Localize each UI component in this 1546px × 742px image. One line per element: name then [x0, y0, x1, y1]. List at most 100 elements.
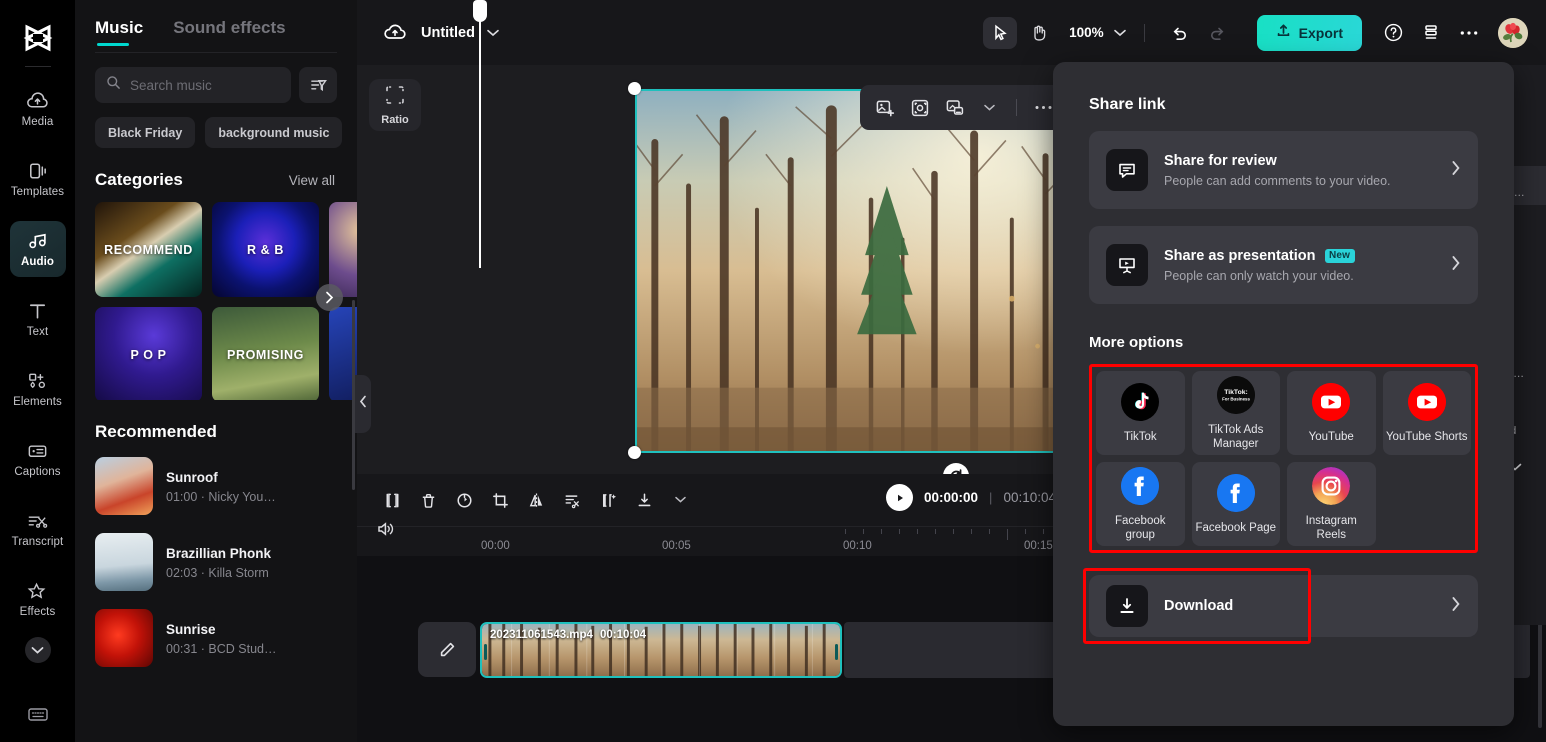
list-item[interactable]: Brazillian Phonk 02:03 · Killa Storm: [75, 524, 357, 600]
download-icon[interactable]: [627, 484, 661, 516]
cloud-save-icon[interactable]: [383, 22, 407, 43]
canvas-tools: 100%: [983, 17, 1235, 49]
video-frame-image: [637, 91, 1109, 451]
ellipsis-icon[interactable]: [1452, 17, 1486, 49]
export-upload-icon: [1276, 22, 1291, 43]
download-card[interactable]: Download: [1089, 575, 1478, 637]
comment-bubble-icon: [1106, 149, 1148, 191]
resize-handle-bottom-left[interactable]: [628, 446, 641, 459]
tab-sound-effects[interactable]: Sound effects: [173, 18, 285, 52]
sidebar-item-captions[interactable]: Captions: [10, 431, 66, 487]
chip-black-friday[interactable]: Black Friday: [95, 117, 195, 148]
clip-trim-handle-left[interactable]: [484, 644, 487, 660]
export-button[interactable]: Export: [1257, 15, 1362, 51]
redo-icon[interactable]: [1201, 17, 1235, 49]
rotate-clockwise-icon[interactable]: [447, 484, 481, 516]
share-as-presentation-card[interactable]: Share as presentation New People can onl…: [1089, 226, 1478, 304]
sidebar-item-templates[interactable]: Templates: [10, 151, 66, 207]
active-tab-underline: [97, 43, 129, 46]
timeline-scrollbar[interactable]: [1538, 608, 1542, 728]
playhead-knob[interactable]: [473, 0, 487, 22]
keyboard-shortcuts-button[interactable]: [0, 706, 75, 728]
crop-icon[interactable]: [483, 484, 517, 516]
category-label: RECOMMEND: [104, 243, 193, 257]
youtube-shorts-icon: [1408, 383, 1446, 421]
share-for-review-sub: People can add comments to your video.: [1164, 174, 1435, 188]
category-card[interactable]: P O P: [95, 307, 202, 400]
share-target-tiktok[interactable]: TikTok: [1096, 371, 1185, 455]
share-as-presentation-text: Share as presentation New People can onl…: [1164, 248, 1435, 283]
capcut-logo-icon[interactable]: [18, 18, 58, 58]
view-all-link[interactable]: View all: [289, 173, 335, 188]
select-arrow-icon[interactable]: [983, 17, 1017, 49]
sidebar-item-media[interactable]: Media: [10, 81, 66, 137]
fit-frame-icon[interactable]: [903, 91, 936, 124]
mirror-flip-icon[interactable]: [519, 484, 553, 516]
share-for-review-card[interactable]: Share for review People can add comments…: [1089, 131, 1478, 209]
category-card[interactable]: PROMISING: [212, 307, 319, 400]
music-note-icon: [26, 230, 49, 252]
category-card[interactable]: [329, 202, 357, 297]
share-target-youtube-shorts[interactable]: YouTube Shorts: [1383, 371, 1472, 455]
split-icon[interactable]: [375, 484, 409, 516]
category-card[interactable]: R & B: [212, 202, 319, 297]
share-target-instagram-reels[interactable]: Instagram Reels: [1287, 462, 1376, 546]
question-circle-icon[interactable]: [1376, 17, 1410, 49]
sparkle-star-icon: [26, 580, 49, 602]
share-target-facebook-group[interactable]: Facebook group: [1096, 462, 1185, 546]
ratio-button[interactable]: Ratio: [369, 79, 421, 131]
sidebar-item-text[interactable]: Text: [10, 291, 66, 347]
captions-icon: [26, 440, 49, 462]
avatar[interactable]: [1498, 18, 1528, 48]
sidebar-item-transcript[interactable]: Transcript: [10, 501, 66, 557]
clip-trim-handle-right[interactable]: [835, 644, 838, 660]
ruler-label: 00:15: [1024, 540, 1053, 552]
share-target-facebook-page[interactable]: Facebook Page: [1192, 462, 1281, 546]
pencil-edit-icon[interactable]: [418, 622, 476, 677]
panel-collapse-handle[interactable]: [355, 375, 371, 433]
chip-background-music[interactable]: background music: [205, 117, 342, 148]
share-target-youtube[interactable]: YouTube: [1287, 371, 1376, 455]
video-canvas[interactable]: [635, 89, 1111, 453]
video-clip[interactable]: 202311061543.mp4 00:10:04: [480, 622, 842, 678]
sidebar-item-effects[interactable]: Effects: [10, 571, 66, 627]
chevron-down-icon[interactable]: [663, 484, 697, 516]
playhead[interactable]: [479, 0, 481, 268]
chevron-down-icon[interactable]: [487, 29, 499, 37]
app-label: YouTube Shorts: [1386, 430, 1468, 444]
templates-icon: [26, 160, 49, 182]
hand-pan-icon[interactable]: [1021, 17, 1055, 49]
speaker-icon[interactable]: [371, 514, 401, 544]
app-label: Facebook Page: [1195, 521, 1276, 535]
freeze-frame-icon[interactable]: [591, 484, 625, 516]
chevron-down-icon[interactable]: [25, 637, 51, 663]
toolbar-divider: [1144, 24, 1145, 42]
tab-music[interactable]: Music: [95, 18, 143, 52]
song-title: Brazillian Phonk: [166, 545, 271, 562]
filter-icon[interactable]: [299, 67, 337, 103]
search-input[interactable]: [130, 78, 280, 93]
sidebar-item-audio[interactable]: Audio: [10, 221, 66, 277]
sidebar-item-elements[interactable]: Elements: [10, 361, 66, 417]
chevron-down-icon[interactable]: [973, 91, 1006, 124]
play-icon[interactable]: [886, 484, 913, 511]
add-image-icon[interactable]: [868, 91, 901, 124]
share-target-tiktok-ads-manager[interactable]: TikTok: For Business TikTok Ads Manager: [1192, 371, 1281, 455]
search-box[interactable]: [95, 67, 291, 103]
category-label: PROMISING: [227, 348, 304, 362]
page-title: Untitled: [421, 25, 475, 41]
chevron-right-icon[interactable]: [316, 284, 343, 311]
list-item[interactable]: Sunrise 00:31 · BCD Stud…: [75, 600, 357, 676]
remove-background-icon[interactable]: [555, 484, 589, 516]
list-item[interactable]: Sunroof 01:00 · Nicky You…: [75, 448, 357, 524]
chevron-down-icon[interactable]: [1114, 29, 1126, 37]
stack-layers-icon[interactable]: [1414, 17, 1448, 49]
app-label: Instagram Reels: [1290, 514, 1373, 542]
undo-icon[interactable]: [1163, 17, 1197, 49]
transcript-scissors-icon: [26, 510, 49, 532]
resize-handle-top-left[interactable]: [628, 82, 641, 95]
category-card[interactable]: RECOMMEND: [95, 202, 202, 297]
picture-in-picture-icon[interactable]: [938, 91, 971, 124]
delete-trash-icon[interactable]: [411, 484, 445, 516]
song-meta: 01:00 · Nicky You…: [166, 490, 276, 504]
